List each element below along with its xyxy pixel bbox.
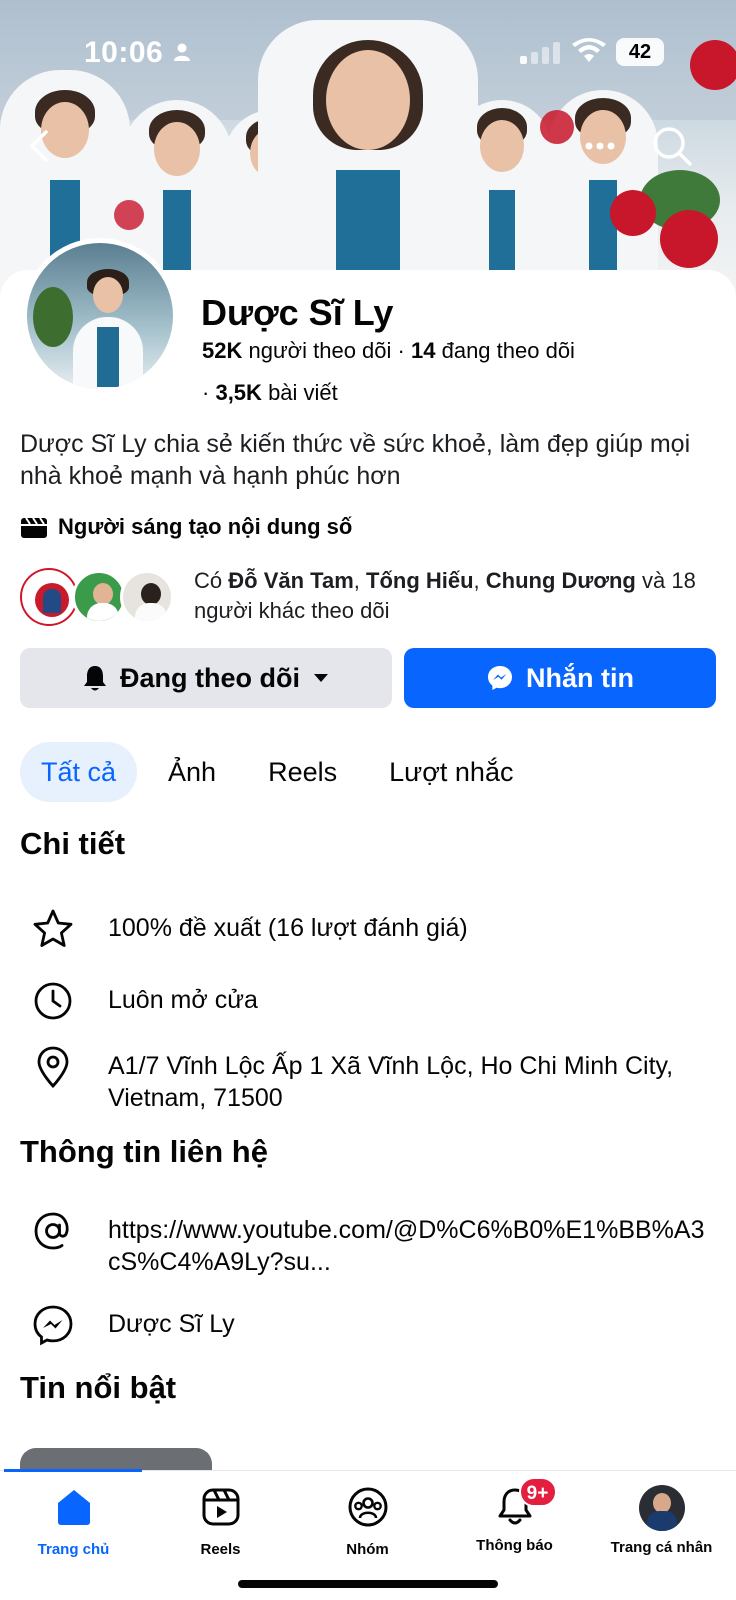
message-button[interactable]: Nhắn tin	[404, 648, 716, 708]
messenger-name: Dược Sĩ Ly	[108, 1310, 235, 1338]
nav-notifications-label: Thông báo	[476, 1537, 553, 1554]
followers-label[interactable]: người theo dõi	[248, 338, 391, 363]
mutual-prefix: Có	[194, 568, 223, 593]
active-tab-indicator	[4, 1469, 142, 1472]
following-count[interactable]: 14	[411, 338, 435, 363]
details-title: Chi tiết	[20, 826, 126, 861]
more-options-icon[interactable]	[576, 122, 624, 170]
address-row[interactable]: A1/7 Vĩnh Lộc Ấp 1 Xã Vĩnh Lộc, Ho Chi M…	[30, 1044, 730, 1114]
following-button-label: Đang theo dõi	[120, 662, 300, 693]
cover-decoration	[114, 200, 144, 230]
tab-all[interactable]: Tất cả	[20, 742, 138, 802]
followers-count[interactable]: 52K	[202, 338, 242, 363]
mutual-avatar	[72, 570, 126, 624]
nav-groups[interactable]: Nhóm	[294, 1485, 441, 1558]
profile-avatar[interactable]	[22, 238, 178, 394]
posts-label: bài viết	[268, 380, 338, 405]
profile-tabs: Tất cả Ảnh Reels Lượt nhắc	[20, 742, 544, 802]
battery-indicator: 42	[616, 38, 664, 66]
chevron-down-icon	[313, 674, 328, 682]
profile-posts-stat: · 3,5K bài viết	[202, 380, 338, 406]
address-text: A1/7 Vĩnh Lộc Ấp 1 Xã Vĩnh Lộc, Ho Chi M…	[108, 1052, 674, 1112]
mutual-avatar	[22, 570, 76, 624]
separator: ·	[397, 338, 405, 363]
nav-profile-label: Trang cá nhân	[610, 1539, 713, 1556]
status-bar: 10:06 42	[0, 30, 736, 74]
tab-reels[interactable]: Reels	[247, 742, 358, 802]
profile-category: Người sáng tạo nội dung số	[20, 514, 352, 540]
home-icon	[57, 1490, 90, 1525]
messenger-row[interactable]: Dược Sĩ Ly	[30, 1302, 730, 1348]
profile-stats: 52K người theo dõi · 14 đang theo dõi	[202, 338, 575, 364]
location-pin-icon	[37, 1046, 69, 1089]
following-button[interactable]: Đang theo dõi	[20, 648, 392, 708]
cellular-signal-icon	[520, 42, 560, 64]
home-indicator	[238, 1580, 498, 1588]
search-icon[interactable]	[648, 122, 696, 170]
cover-decoration	[660, 210, 718, 268]
hours-text: Luôn mở cửa	[108, 986, 258, 1014]
posts-count: 3,5K	[215, 380, 262, 405]
message-button-label: Nhắn tin	[526, 662, 634, 693]
mutual-name[interactable]: Đỗ Văn Tam	[228, 568, 354, 593]
clapperboard-icon	[21, 517, 47, 538]
category-label: Người sáng tạo nội dung số	[58, 514, 353, 539]
cover-decoration	[610, 190, 656, 236]
contact-title: Thông tin liên hệ	[20, 1134, 268, 1169]
rating-text: 100% đề xuất (16 lượt đánh giá)	[108, 914, 468, 942]
nav-profile[interactable]: Trang cá nhân	[588, 1485, 735, 1556]
person-status-icon	[174, 43, 190, 61]
tab-mentions[interactable]: Lượt nhắc	[368, 742, 534, 802]
mutual-avatar	[120, 570, 174, 624]
notification-badge: 9+	[518, 1477, 557, 1507]
reels-icon	[202, 1488, 239, 1526]
nav-home[interactable]: Trang chủ	[0, 1485, 147, 1558]
status-time: 10:06	[84, 36, 164, 69]
profile-avatar-icon	[638, 1485, 685, 1531]
bell-icon	[84, 666, 106, 691]
separator: ·	[202, 380, 210, 405]
profile-name: Dược Sĩ Ly	[201, 292, 394, 333]
nav-home-label: Trang chủ	[37, 1541, 110, 1558]
website-row[interactable]: https://www.youtube.com/@D%C6%B0%E1%BB%A…	[30, 1208, 730, 1278]
profile-bio: Dược Sĩ Ly chia sẻ kiến thức về sức khoẻ…	[20, 430, 691, 490]
clock-icon	[34, 982, 72, 1020]
star-icon	[33, 909, 73, 947]
back-icon[interactable]	[18, 122, 66, 170]
following-label[interactable]: đang theo dõi	[442, 338, 575, 363]
messenger-outline-icon	[33, 1305, 73, 1346]
nav-reels-label: Reels	[200, 1541, 241, 1558]
at-sign-icon	[34, 1212, 69, 1250]
cover-decoration	[540, 110, 574, 144]
groups-icon	[348, 1487, 387, 1527]
nav-notifications[interactable]: 9+ Thông báo	[441, 1477, 588, 1554]
hours-row: Luôn mở cửa	[30, 978, 730, 1024]
highlights-title: Tin nổi bật	[20, 1370, 177, 1405]
rating-row[interactable]: 100% đề xuất (16 lượt đánh giá)	[30, 906, 730, 952]
nav-reels[interactable]: Reels	[147, 1485, 294, 1558]
mutual-name[interactable]: Chung Dương	[486, 568, 636, 593]
website-link[interactable]: https://www.youtube.com/@D%C6%B0%E1%BB%A…	[108, 1214, 708, 1278]
mutual-name[interactable]: Tống Hiếu	[366, 568, 474, 593]
tab-photos[interactable]: Ảnh	[147, 742, 237, 802]
wifi-icon	[572, 38, 606, 62]
nav-groups-label: Nhóm	[346, 1541, 389, 1558]
messenger-icon	[488, 666, 512, 690]
mutual-followers-text: Có Đỗ Văn Tam, Tống Hiếu, Chung Dương và…	[194, 568, 696, 623]
mutual-followers[interactable]: Có Đỗ Văn Tam, Tống Hiếu, Chung Dương và…	[20, 566, 720, 628]
